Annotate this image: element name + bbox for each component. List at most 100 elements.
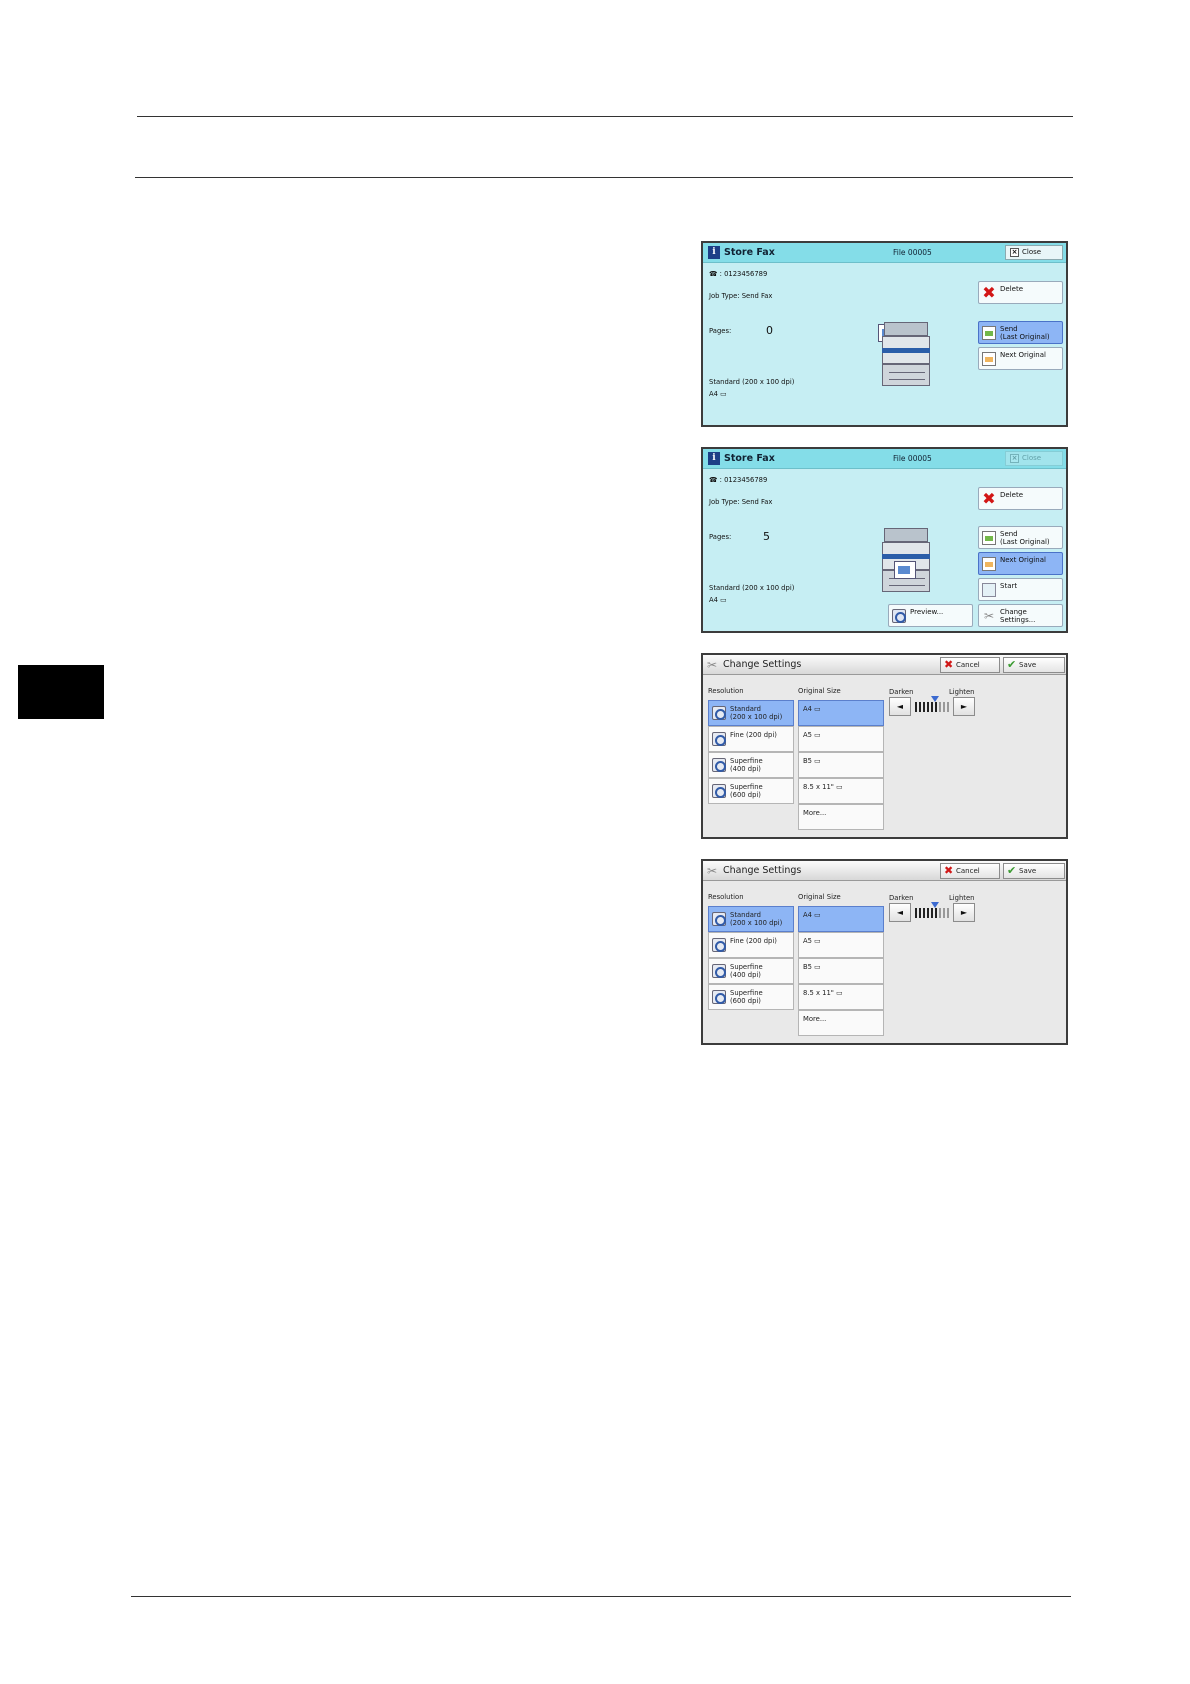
density-scale xyxy=(915,902,950,918)
save-button[interactable]: ✔ Save xyxy=(1003,863,1065,879)
delete-button[interactable]: ✖ Delete xyxy=(978,281,1063,304)
tools-icon: ✂ xyxy=(707,864,718,878)
pages-label: Pages: xyxy=(709,533,732,541)
darken-label: Darken xyxy=(889,894,914,902)
preview-icon xyxy=(892,609,906,623)
original-size-header: Original Size xyxy=(798,687,841,695)
title-bar: i Store Fax File 00005 × Close xyxy=(703,449,1066,469)
close-icon: × xyxy=(1010,248,1019,257)
next-original-icon xyxy=(982,557,996,571)
send-label-line1: Send xyxy=(1000,530,1018,538)
resolution-option-superfine-400[interactable]: Superfine (400 dpi) xyxy=(708,958,794,984)
size-option-letter[interactable]: 8.5 x 11" ▭ xyxy=(798,984,884,1010)
change-settings-screen-1: ✂ Change Settings ✖ Cancel ✔ Save Resolu… xyxy=(701,653,1068,839)
next-original-button[interactable]: Next Original xyxy=(978,552,1063,575)
size-option-a4[interactable]: A4 ▭ xyxy=(798,906,884,932)
lighter-arrow-button[interactable]: ► xyxy=(953,697,975,716)
size-option-b5[interactable]: B5 ▭ xyxy=(798,958,884,984)
cancel-icon: ✖ xyxy=(944,864,954,877)
size-option-b5[interactable]: B5 ▭ xyxy=(798,752,884,778)
cancel-button[interactable]: ✖ Cancel xyxy=(940,863,1000,879)
preview-label: Preview... xyxy=(910,608,944,616)
scan-resolution-icon xyxy=(712,706,726,720)
resolution-option-superfine-600[interactable]: Superfine (600 dpi) xyxy=(708,778,794,804)
option-label: Fine (200 dpi) xyxy=(730,731,777,739)
change-settings-button[interactable]: ✂ Change Settings... xyxy=(978,604,1063,627)
preview-button[interactable]: Preview... xyxy=(888,604,973,627)
size-value: A4 ▭ xyxy=(709,390,727,398)
tools-icon: ✂ xyxy=(983,609,995,623)
size-option-letter[interactable]: 8.5 x 11" ▭ xyxy=(798,778,884,804)
store-fax-screen-2: i Store Fax File 00005 × Close ☎ : 01234… xyxy=(701,447,1068,633)
lighten-label: Lighten xyxy=(949,688,975,696)
lighten-label: Lighten xyxy=(949,894,975,902)
change-label-line2: Settings... xyxy=(1000,616,1036,624)
screen-title: Store Fax xyxy=(724,247,775,258)
store-fax-screen-1: i Store Fax File 00005 × Close ☎ : 01234… xyxy=(701,241,1068,427)
size-option-a4[interactable]: A4 ▭ xyxy=(798,700,884,726)
density-scale xyxy=(915,696,950,712)
pages-value: 5 xyxy=(763,530,770,543)
size-value: A4 ▭ xyxy=(709,596,727,604)
printer-illustration xyxy=(878,528,932,592)
header-top-rule xyxy=(137,116,1073,117)
change-label-line1: Change xyxy=(1000,608,1027,616)
option-label: Fine (200 dpi) xyxy=(730,937,777,945)
option-sublabel: (400 dpi) xyxy=(730,971,761,979)
close-button-disabled: × Close xyxy=(1005,451,1063,466)
next-original-label: Next Original xyxy=(1000,556,1046,564)
lighter-arrow-button[interactable]: ► xyxy=(953,903,975,922)
resolution-option-fine[interactable]: Fine (200 dpi) xyxy=(708,726,794,752)
document-icon xyxy=(894,561,916,579)
save-label: Save xyxy=(1019,661,1037,669)
send-icon xyxy=(982,531,996,545)
title-bar: ✂ Change Settings ✖ Cancel ✔ Save xyxy=(703,861,1066,881)
info-icon: i xyxy=(708,452,720,465)
send-last-original-button[interactable]: Send (Last Original) xyxy=(978,526,1063,549)
scan-resolution-icon xyxy=(712,758,726,772)
pages-label: Pages: xyxy=(709,327,732,335)
footer-rule xyxy=(131,1596,1071,1597)
scan-resolution-icon xyxy=(712,990,726,1004)
resolution-option-standard[interactable]: Standard (200 x 100 dpi) xyxy=(708,700,794,726)
resolution-header: Resolution xyxy=(708,893,744,901)
size-option-more[interactable]: More... xyxy=(798,804,884,830)
darker-arrow-button[interactable]: ◄ xyxy=(889,903,911,922)
send-label-line2: (Last Original) xyxy=(1000,538,1050,546)
size-option-a5[interactable]: A5 ▭ xyxy=(798,726,884,752)
send-last-original-button[interactable]: Send (Last Original) xyxy=(978,321,1063,344)
close-button[interactable]: × Close xyxy=(1005,245,1063,260)
delete-button[interactable]: ✖ Delete xyxy=(978,487,1063,510)
save-button[interactable]: ✔ Save xyxy=(1003,657,1065,673)
next-original-button[interactable]: Next Original xyxy=(978,347,1063,370)
file-number: File 00005 xyxy=(893,454,932,463)
resolution-option-fine[interactable]: Fine (200 dpi) xyxy=(708,932,794,958)
save-label: Save xyxy=(1019,867,1037,875)
size-option-a5[interactable]: A5 ▭ xyxy=(798,932,884,958)
info-icon: i xyxy=(708,246,720,259)
start-icon xyxy=(982,583,996,597)
next-original-icon xyxy=(982,352,996,366)
fax-number: ☎ : 0123456789 xyxy=(709,270,768,278)
chapter-tab xyxy=(18,665,104,719)
cancel-button[interactable]: ✖ Cancel xyxy=(940,657,1000,673)
option-sublabel: (400 dpi) xyxy=(730,765,761,773)
header-bottom-rule xyxy=(135,177,1073,178)
size-option-more[interactable]: More... xyxy=(798,1010,884,1036)
resolution-value: Standard (200 x 100 dpi) xyxy=(709,584,795,592)
darker-arrow-button[interactable]: ◄ xyxy=(889,697,911,716)
option-sublabel: (600 dpi) xyxy=(730,791,761,799)
resolution-option-superfine-400[interactable]: Superfine (400 dpi) xyxy=(708,752,794,778)
scan-resolution-icon xyxy=(712,938,726,952)
send-label-line1: Send xyxy=(1000,325,1018,333)
pages-value: 0 xyxy=(766,324,773,337)
scan-resolution-icon xyxy=(712,912,726,926)
resolution-option-standard[interactable]: Standard (200 x 100 dpi) xyxy=(708,906,794,932)
option-label: Superfine xyxy=(730,757,763,765)
scan-resolution-icon xyxy=(712,964,726,978)
close-label: Close xyxy=(1022,454,1042,462)
resolution-option-superfine-600[interactable]: Superfine (600 dpi) xyxy=(708,984,794,1010)
screen-title: Change Settings xyxy=(723,865,802,876)
job-type: Job Type: Send Fax xyxy=(709,498,773,506)
start-button[interactable]: Start xyxy=(978,578,1063,601)
